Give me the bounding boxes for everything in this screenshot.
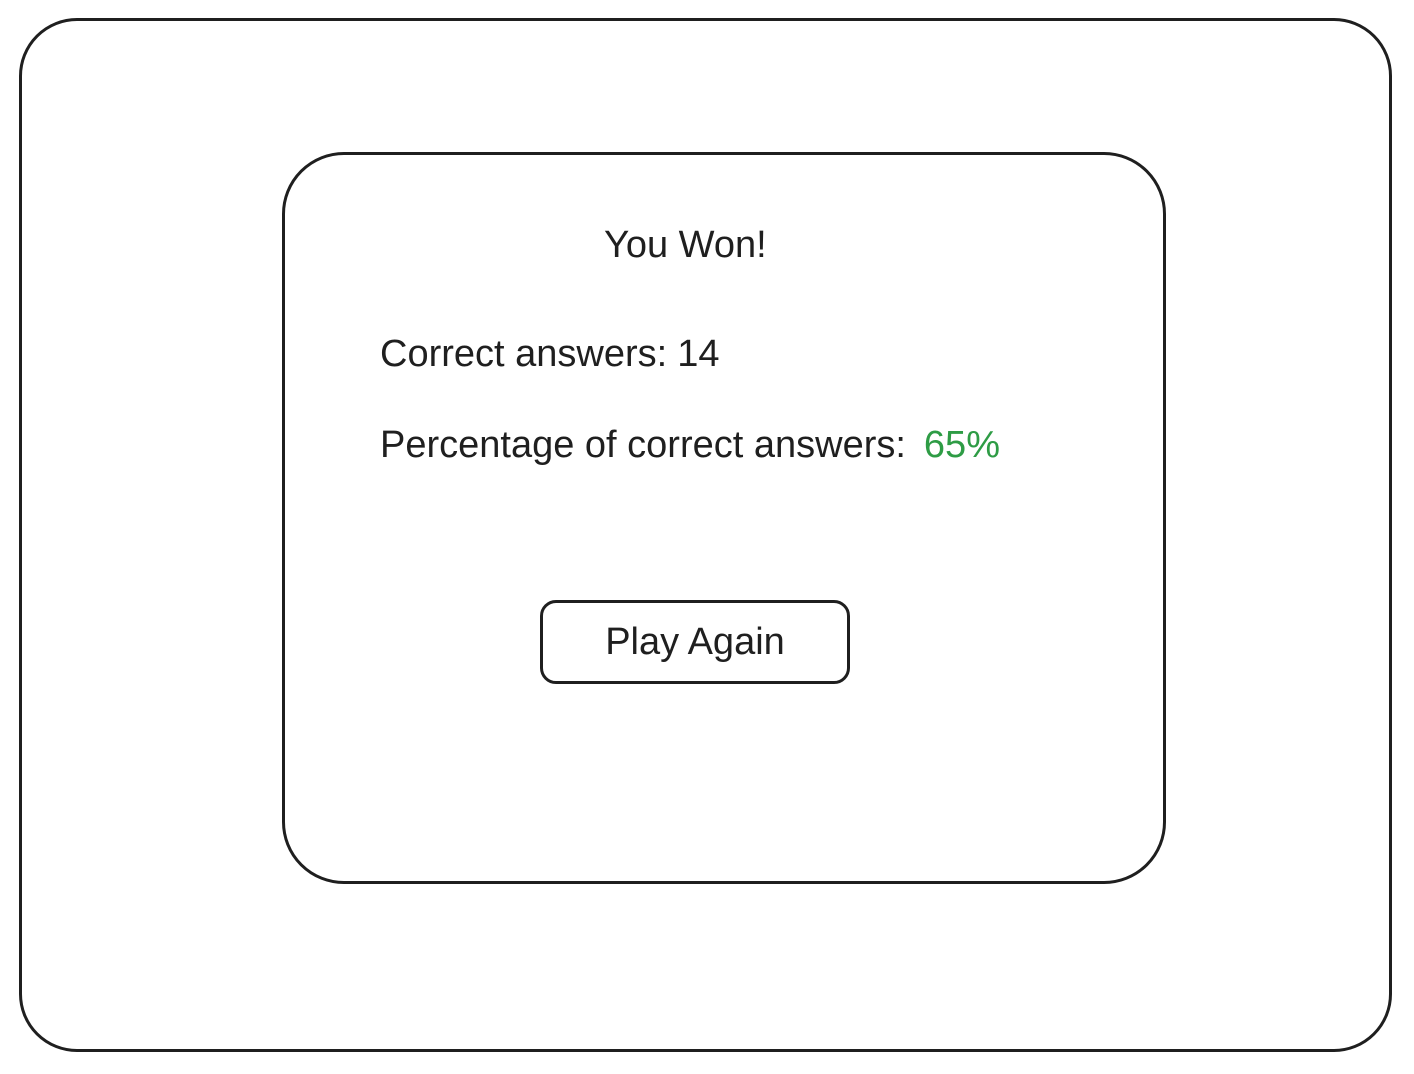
play-again-button[interactable]: Play Again: [540, 600, 850, 684]
percentage-label: Percentage of correct answers:: [380, 424, 906, 466]
result-title: You Won!: [604, 224, 767, 266]
correct-answers-label: Correct answers:: [380, 333, 668, 375]
percentage-row: Percentage of correct answers: 65%: [380, 423, 1000, 467]
correct-answers-value: 14: [677, 333, 720, 375]
correct-answers-row: Correct answers: 14: [380, 332, 719, 376]
percentage-value: 65%: [923, 424, 1000, 466]
